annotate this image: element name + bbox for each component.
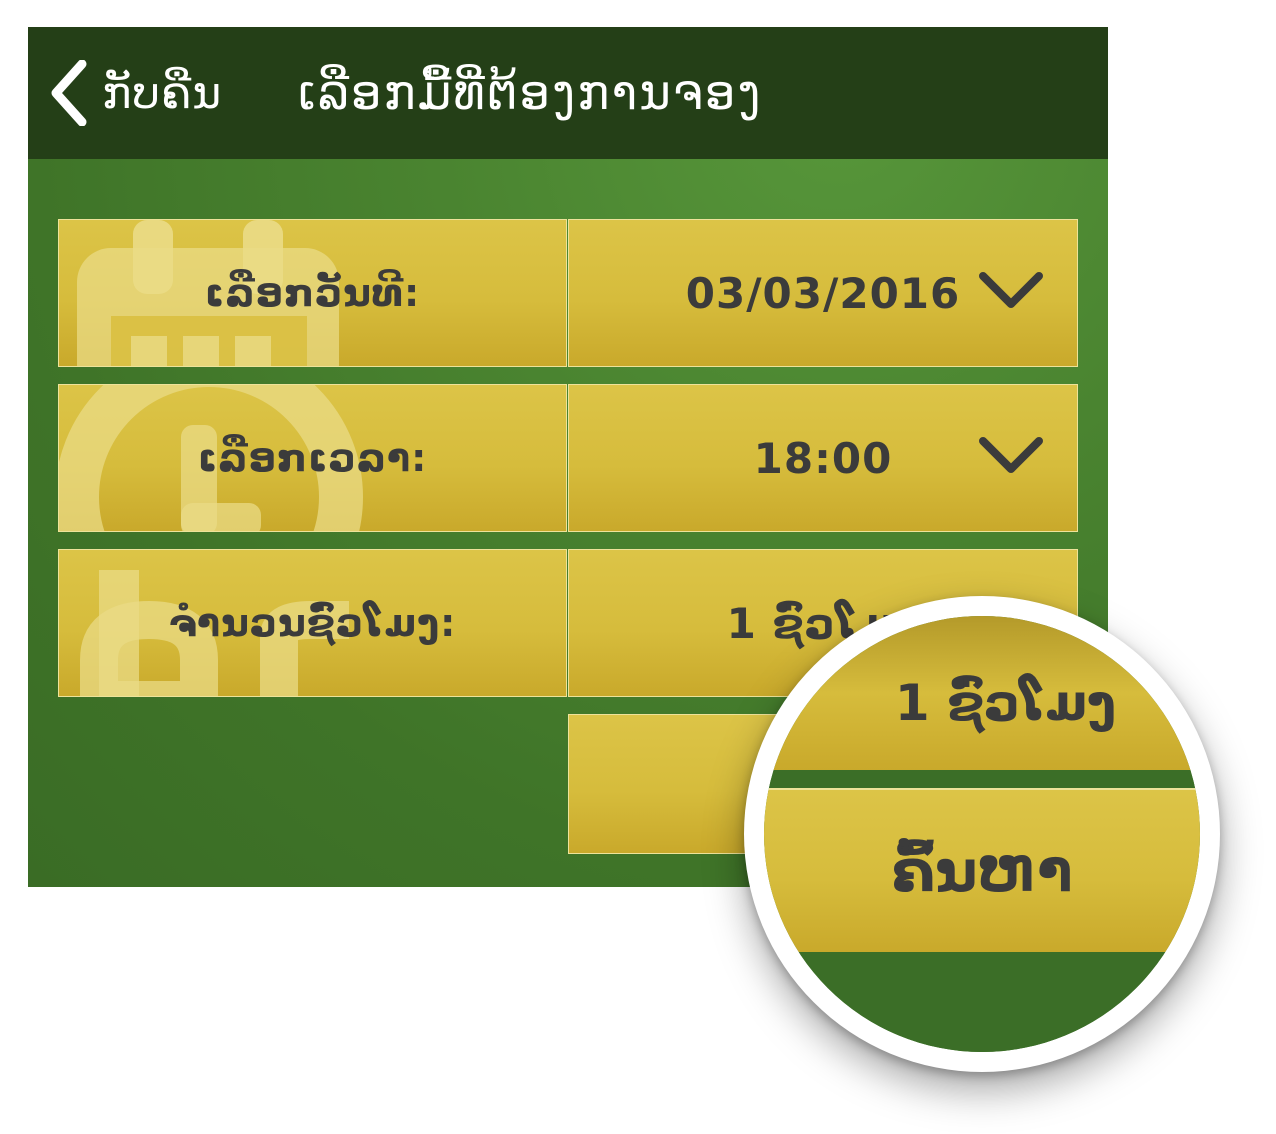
time-label: ເລືອກເວລາ:	[197, 436, 428, 480]
chevron-left-icon	[51, 60, 87, 126]
hours-label-cell: ຈຳນວນຊົ່ວໂມງ:	[58, 549, 567, 697]
time-value: 18:00	[753, 433, 893, 483]
top-bar: ກັບຄືນ ເລືອກມື້ທີ່ຕ້ອງການຈອງ	[28, 27, 1108, 159]
date-label: ເລືອກວັນທີ:	[204, 271, 421, 315]
back-button[interactable]: ກັບຄືນ	[48, 55, 222, 131]
time-select[interactable]: 18:00	[568, 384, 1078, 532]
zoom-divider	[764, 770, 1200, 788]
zoom-search-button[interactable]: ຄົ້ນຫາ	[764, 788, 1200, 952]
stage: ກັບຄືນ ເລືອກມື້ທີ່ຕ້ອງການຈອງ ເລືອກວັນທີ:	[0, 0, 1276, 1134]
date-label-cell: ເລືອກວັນທີ:	[58, 219, 567, 367]
hours-label: ຈຳນວນຊົ່ວໂມງ:	[168, 601, 457, 645]
back-label: ກັບຄືນ	[102, 67, 223, 119]
zoom-background	[764, 952, 1200, 1052]
chevron-down-icon	[979, 272, 1043, 308]
time-row: ເລືອກເວລາ: 18:00	[58, 384, 1078, 534]
chevron-down-icon	[979, 437, 1043, 473]
date-value: 03/03/2016	[685, 268, 961, 318]
time-label-cell: ເລືອກເວລາ:	[58, 384, 567, 532]
zoom-hours-value: 1 ຊົ່ວໂມງ	[764, 616, 1200, 770]
date-row: ເລືອກວັນທີ: 03/03/2016	[58, 219, 1078, 369]
magnifier-view: 1 ຊົ່ວໂມງ ຄົ້ນຫາ	[764, 616, 1200, 1052]
page-title: ເລືອກມື້ທີ່ຕ້ອງການຈອງ	[298, 65, 763, 121]
date-select[interactable]: 03/03/2016	[568, 219, 1078, 367]
